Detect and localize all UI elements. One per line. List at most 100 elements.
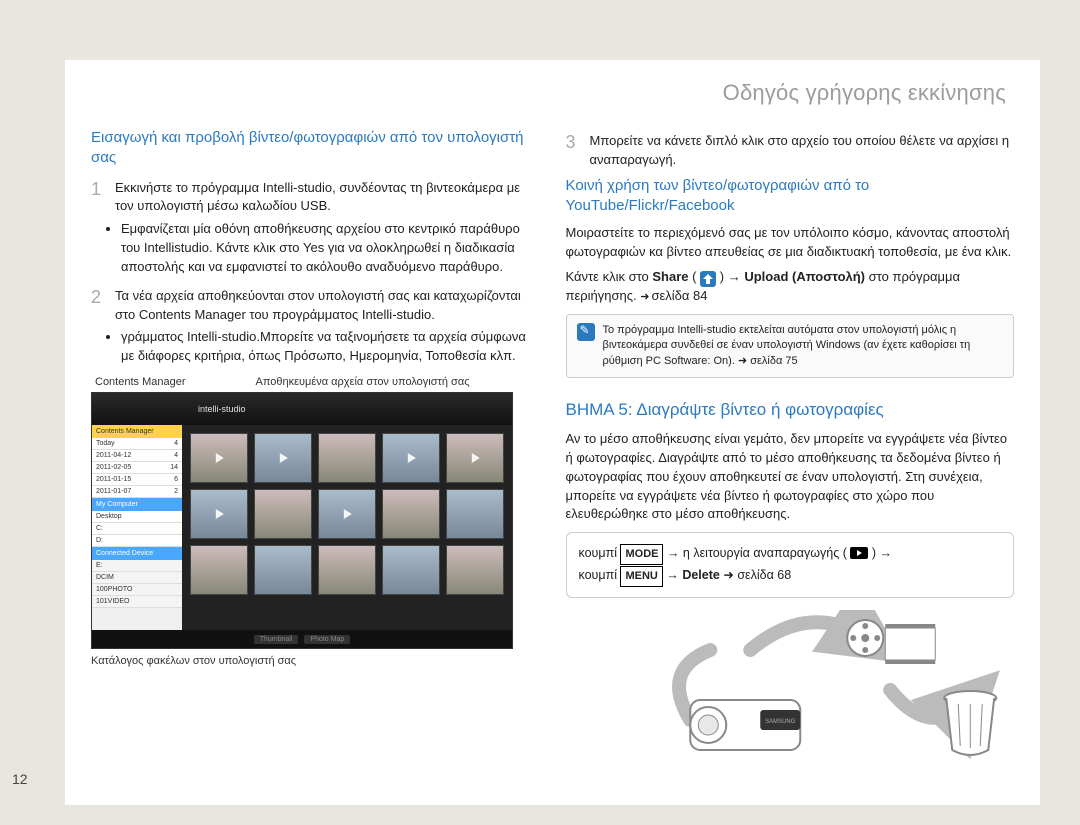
device-name: 100PHOTO xyxy=(96,586,132,593)
label-contents-manager: Contents Manager xyxy=(95,376,186,388)
info-text: Το πρόγραμμα Intelli-studio εκτελείται α… xyxy=(603,323,1004,369)
step-2: 2 Τα νέα αρχεία αποθηκεύονται στον υπολο… xyxy=(91,287,540,325)
playback-icon xyxy=(850,547,868,559)
page-number: 12 xyxy=(12,771,28,787)
step-text: Μπορείτε να κάνετε διπλό κλικ στο αρχείο… xyxy=(590,132,1015,170)
sidebar-header-device: Connected Device xyxy=(92,547,182,560)
app-topbar: intelli-studio xyxy=(92,393,512,425)
thumb-image[interactable] xyxy=(254,489,312,539)
thumb-video[interactable] xyxy=(254,433,312,483)
app-bottombar: Thumbnail Photo Map xyxy=(92,630,512,648)
thumb-image[interactable] xyxy=(190,545,248,595)
thumb-image[interactable] xyxy=(382,545,440,595)
sidebar-device: E: DCIM 100PHOTO 101VIDEO xyxy=(92,560,182,608)
folder-name: 2011-01-07 xyxy=(96,488,131,495)
folder-row[interactable]: 2011-02-05 14 xyxy=(92,462,182,474)
note-icon xyxy=(577,323,595,341)
page-title: Οδηγός γρήγορης εκκίνησης xyxy=(65,60,1040,116)
folder-count: 4 xyxy=(174,452,178,459)
step-text: Τα νέα αρχεία αποθηκεύονται στον υπολογι… xyxy=(115,287,540,325)
arrow: ➜ xyxy=(723,568,733,582)
text-fragment: ) → xyxy=(868,546,892,560)
thumb-video[interactable] xyxy=(190,433,248,483)
device-name: E: xyxy=(96,562,103,569)
thumb-video[interactable] xyxy=(190,489,248,539)
device-name: DCIM xyxy=(96,574,114,581)
caption-folders: Κατάλογος φακέλων στον υπολογιστή σας xyxy=(91,655,540,667)
folder-count: 4 xyxy=(174,440,178,447)
thumbnail-grid[interactable] xyxy=(182,425,512,630)
text-fragment: κουμπί xyxy=(579,568,621,582)
text-fragment: ) xyxy=(720,269,724,284)
app-title: intelli-studio xyxy=(198,404,246,414)
folder-row[interactable]: 2011-01-15 6 xyxy=(92,474,182,486)
arrow: → xyxy=(666,568,682,582)
folder-name: 2011-04-12 xyxy=(96,452,131,459)
device-row[interactable]: DCIM xyxy=(92,572,182,584)
thumb-image[interactable] xyxy=(446,489,504,539)
menu-button-label: MENU xyxy=(620,566,662,587)
thumb-video[interactable] xyxy=(318,489,376,539)
folder-row[interactable]: Today4 xyxy=(92,438,182,450)
thumb-video[interactable] xyxy=(382,433,440,483)
step-2-bullets: γράμματος Intelli-studio.Μπορείτε να ταξ… xyxy=(121,328,540,366)
delete-label: Delete xyxy=(682,568,720,582)
step-text-content: Τα νέα αρχεία αποθηκεύονται στον υπολογι… xyxy=(115,288,521,322)
share-instruction: Κάντε κλικ στο Share ( ) → Upload (Αποστ… xyxy=(566,268,1015,306)
drive-row[interactable]: Desktop xyxy=(92,511,182,523)
device-row[interactable]: 101VIDEO xyxy=(92,596,182,608)
thumb-image[interactable] xyxy=(382,489,440,539)
sidebar-drives: Desktop C: D: xyxy=(92,511,182,547)
mode-button-label: MODE xyxy=(620,544,663,565)
device-name: 101VIDEO xyxy=(96,598,129,605)
step-1-bullets: Εμφανίζεται μία οθόνη αποθήκευσης αρχείο… xyxy=(121,220,540,277)
heading-share: Κοινή χρήση των βίντεο/φωτογραφιών από τ… xyxy=(566,176,1015,217)
folder-count: 14 xyxy=(170,464,178,471)
folder-row[interactable]: 2011-04-12 4 xyxy=(92,450,182,462)
upload-label: Upload (Αποστολή) xyxy=(744,269,865,284)
thumb-video[interactable] xyxy=(446,433,504,483)
delete-navigation: κουμπί MODE → η λειτουργία αναπαραγωγής … xyxy=(566,532,1015,597)
folder-name: 2011-01-15 xyxy=(96,476,131,483)
step-3: 3 Μπορείτε να κάνετε διπλό κλικ στο αρχε… xyxy=(566,132,1015,170)
page-body: Οδηγός γρήγορης εκκίνησης Εισαγωγή και π… xyxy=(65,60,1040,805)
bottom-tab-photomap[interactable]: Photo Map xyxy=(304,635,350,644)
device-row[interactable]: E: xyxy=(92,560,182,572)
arrow: → xyxy=(728,269,745,284)
step-number: 2 xyxy=(91,287,107,325)
heading-import: Εισαγωγή και προβολή βίντεο/φωτογραφιών … xyxy=(91,128,540,169)
step-1: 1 Εκκινήστε το πρόγραμμα Intelli-studio,… xyxy=(91,179,540,217)
step-number: 1 xyxy=(91,179,107,217)
label-saved-files: Αποθηκευμένα αρχεία στον υπολογιστή σας xyxy=(186,376,540,388)
sidebar-folders: Today4 2011-04-12 4 2011-02-05 14 2011-01-… xyxy=(92,438,182,498)
share-label: Share xyxy=(652,269,688,284)
thumb-image[interactable] xyxy=(318,433,376,483)
folder-count: 2 xyxy=(174,488,178,495)
bottom-tab-thumbnail[interactable]: Thumbnail xyxy=(254,635,299,644)
sidebar-header-contents: Contents Manager xyxy=(92,425,182,438)
share-paragraph: Μοιραστείτε το περιεχόμενό σας με τον υπ… xyxy=(566,224,1015,262)
heading-step5: ΒΗΜΑ 5: Διαγράψτε βίντεο ή φωτογραφίες xyxy=(566,400,1015,420)
text-fragment: ( xyxy=(692,269,700,284)
text-fragment: → η λειτουργία αναπαραγωγής ( xyxy=(663,546,850,560)
device-row[interactable]: 100PHOTO xyxy=(92,584,182,596)
drive-row[interactable]: C: xyxy=(92,523,182,535)
thumb-image[interactable] xyxy=(254,545,312,595)
drive-row[interactable]: D: xyxy=(92,535,182,547)
share-icon xyxy=(700,271,716,287)
thumb-image[interactable] xyxy=(446,545,504,595)
thumb-image[interactable] xyxy=(318,545,376,595)
step-text: Εκκινήστε το πρόγραμμα Intelli-studio, σ… xyxy=(115,179,540,217)
page-ref: σελίδα 68 xyxy=(737,568,791,582)
intelli-studio-screenshot: intelli-studio Contents Manager Today4 2… xyxy=(91,392,513,649)
bullet: Εμφανίζεται μία οθόνη αποθήκευσης αρχείο… xyxy=(121,220,540,277)
svg-text:SAMSUNG: SAMSUNG xyxy=(765,719,796,725)
info-note: Το πρόγραμμα Intelli-studio εκτελείται α… xyxy=(566,314,1015,378)
step-number: 3 xyxy=(566,132,582,170)
text-fragment: Κάντε κλικ στο xyxy=(566,269,653,284)
folder-row[interactable]: 2011-01-07 2 xyxy=(92,486,182,498)
drive-name: Desktop xyxy=(96,513,122,520)
left-column: Εισαγωγή και προβολή βίντεο/φωτογραφιών … xyxy=(91,122,540,760)
folder-name: 2011-02-05 xyxy=(96,464,131,471)
folder-count: 6 xyxy=(174,476,178,483)
